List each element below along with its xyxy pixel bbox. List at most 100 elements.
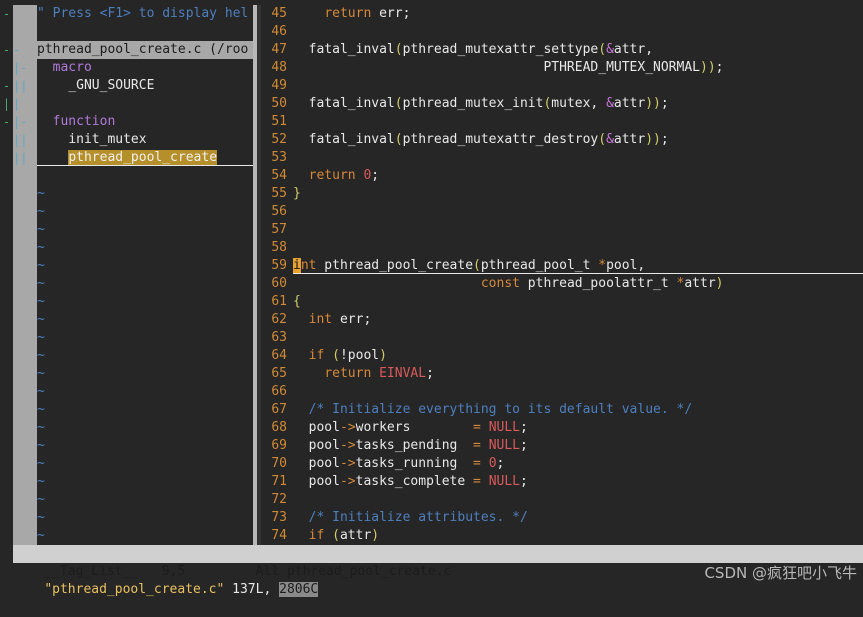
taglist-function-item-selected[interactable]: pthread_pool_create xyxy=(37,149,253,167)
code-line[interactable]: 65 return EINVAL; xyxy=(261,365,863,383)
code-line-current[interactable]: 59 int pthread_pool_create(pthread_pool_t… xyxy=(261,257,863,275)
fold-marker xyxy=(0,401,13,419)
vim-window[interactable]: - - - | - - |- || | |- || || " Press <F1> to displ… xyxy=(0,0,863,597)
line-number: 50 xyxy=(271,96,287,111)
code-line[interactable]: 68 pool->workers = NULL; xyxy=(261,419,863,437)
line-code: int pthread_pool_create(pthread_pool_t *… xyxy=(293,258,646,273)
code-line[interactable]: 67 /* Initialize everything to its defau… xyxy=(261,401,863,419)
code-line[interactable]: 73 /* Initialize attributes. */ xyxy=(261,509,863,527)
fold-marker xyxy=(13,527,37,545)
code-editor[interactable]: 45 return err; 46 47 fatal_inval(pthread_m… xyxy=(261,5,863,545)
line-code: if (!pool) xyxy=(308,348,387,363)
watermark: CSDN @疯狂吧小飞牛 xyxy=(704,564,857,582)
empty-line-tilde: ~ xyxy=(37,186,45,201)
code-line[interactable]: 74 if (attr) xyxy=(261,527,863,545)
line-number: 52 xyxy=(271,132,287,147)
code-line[interactable]: 72 xyxy=(261,491,863,509)
line-code: return err; xyxy=(324,6,411,21)
fold-marker xyxy=(0,221,13,239)
empty-line-tilde: ~ xyxy=(37,348,45,363)
function-item-text: pthread_pool_create xyxy=(68,150,218,165)
macro-item-text: _GNU_SOURCE xyxy=(68,78,155,93)
taglist-macro-item[interactable]: _GNU_SOURCE xyxy=(37,77,253,95)
code-line[interactable]: 50 fatal_inval(pthread_mutex_init(mutex,… xyxy=(261,95,863,113)
fold-marker xyxy=(0,347,13,365)
code-line[interactable]: 63 xyxy=(261,329,863,347)
fold-marker xyxy=(13,455,37,473)
code-line[interactable]: 51 xyxy=(261,113,863,131)
code-line[interactable]: 71 pool->tasks_complete = NULL; xyxy=(261,473,863,491)
taglist-function-label[interactable]: function xyxy=(37,113,253,131)
code-line[interactable]: 56 xyxy=(261,203,863,221)
fold-marker xyxy=(13,203,37,221)
fold-marker: |- xyxy=(13,61,28,75)
code-line[interactable]: 61 { xyxy=(261,293,863,311)
fold-marker xyxy=(0,329,13,347)
fold-marker xyxy=(0,23,13,41)
line-number: 73 xyxy=(271,510,287,525)
line-code: { xyxy=(293,294,301,309)
line-number: 47 xyxy=(271,42,287,57)
code-line[interactable]: 48 PTHREAD_MUTEX_NORMAL)); xyxy=(261,59,863,77)
line-code: return EINVAL; xyxy=(324,366,434,381)
empty-line-tilde: ~ xyxy=(37,528,45,543)
function-item-text: init_mutex xyxy=(68,132,147,147)
line-number: 62 xyxy=(271,312,287,327)
empty-line-tilde: ~ xyxy=(37,222,45,237)
fold-marker: | xyxy=(2,97,11,111)
code-line[interactable]: 60 const pthread_poolattr_t *attr) xyxy=(261,275,863,293)
line-number: 68 xyxy=(271,420,287,435)
taglist-file-header[interactable]: pthread_pool_create.c (/roo xyxy=(37,41,253,59)
code-line[interactable]: 62 int err; xyxy=(261,311,863,329)
taglist-macro-label[interactable]: macro xyxy=(37,59,253,77)
cmd-line-count: 137L, xyxy=(224,582,280,597)
code-line[interactable]: 55} xyxy=(261,185,863,203)
line-number: 63 xyxy=(271,330,287,345)
code-line[interactable]: 52 fatal_inval(pthread_mutexattr_destroy… xyxy=(261,131,863,149)
fold-marker xyxy=(0,311,13,329)
code-line[interactable]: 66 xyxy=(261,383,863,401)
taglist-blank xyxy=(37,167,253,185)
code-line[interactable]: 70 pool->tasks_running = 0; xyxy=(261,455,863,473)
code-line[interactable]: 58 xyxy=(261,239,863,257)
left-fold-column: - - - | - xyxy=(0,5,13,545)
fold-marker: |- xyxy=(13,115,28,129)
empty-line-tilde: ~ xyxy=(37,312,45,327)
fold-marker: - xyxy=(2,7,11,21)
fold-marker xyxy=(0,131,13,149)
code-line[interactable]: 53 xyxy=(261,149,863,167)
fold-marker xyxy=(0,455,13,473)
code-line[interactable]: 49 xyxy=(261,77,863,95)
code-line[interactable]: 45 return err; xyxy=(261,5,863,23)
taglist-pane[interactable]: " Press <F1> to display hel pthread_pool… xyxy=(37,5,253,545)
fold-marker xyxy=(13,257,37,275)
taglist-fold-gutter: - |- || | |- || || xyxy=(13,5,37,545)
code-line[interactable]: 47 fatal_inval(pthread_mutexattr_settype… xyxy=(261,41,863,59)
line-number: 54 xyxy=(271,168,287,183)
line-number: 51 xyxy=(271,114,287,129)
line-code: pool->tasks_pending = NULL; xyxy=(293,438,528,453)
fold-marker xyxy=(13,239,37,257)
fold-marker xyxy=(0,59,13,77)
fold-marker xyxy=(13,329,37,347)
fold-marker xyxy=(13,5,37,23)
code-line[interactable]: 69 pool->tasks_pending = NULL; xyxy=(261,437,863,455)
code-line[interactable]: 57 xyxy=(261,221,863,239)
fold-marker xyxy=(13,437,37,455)
line-number: 65 xyxy=(271,366,287,381)
fold-marker xyxy=(13,311,37,329)
code-line[interactable]: 64 if (!pool) xyxy=(261,347,863,365)
fold-marker xyxy=(0,293,13,311)
line-number: 74 xyxy=(271,528,287,543)
line-code: /* Initialize attributes. */ xyxy=(308,510,528,525)
code-line[interactable]: 46 xyxy=(261,23,863,41)
line-code: if (attr) xyxy=(308,528,380,543)
empty-line-tilde: ~ xyxy=(37,456,45,471)
code-line[interactable]: 54 return 0; xyxy=(261,167,863,185)
empty-line-tilde: ~ xyxy=(37,420,45,435)
line-code: } xyxy=(293,186,301,201)
line-code: return 0; xyxy=(308,168,380,183)
fold-marker xyxy=(13,509,37,527)
taglist-function-item[interactable]: init_mutex xyxy=(37,131,253,149)
line-number: 72 xyxy=(271,492,287,507)
